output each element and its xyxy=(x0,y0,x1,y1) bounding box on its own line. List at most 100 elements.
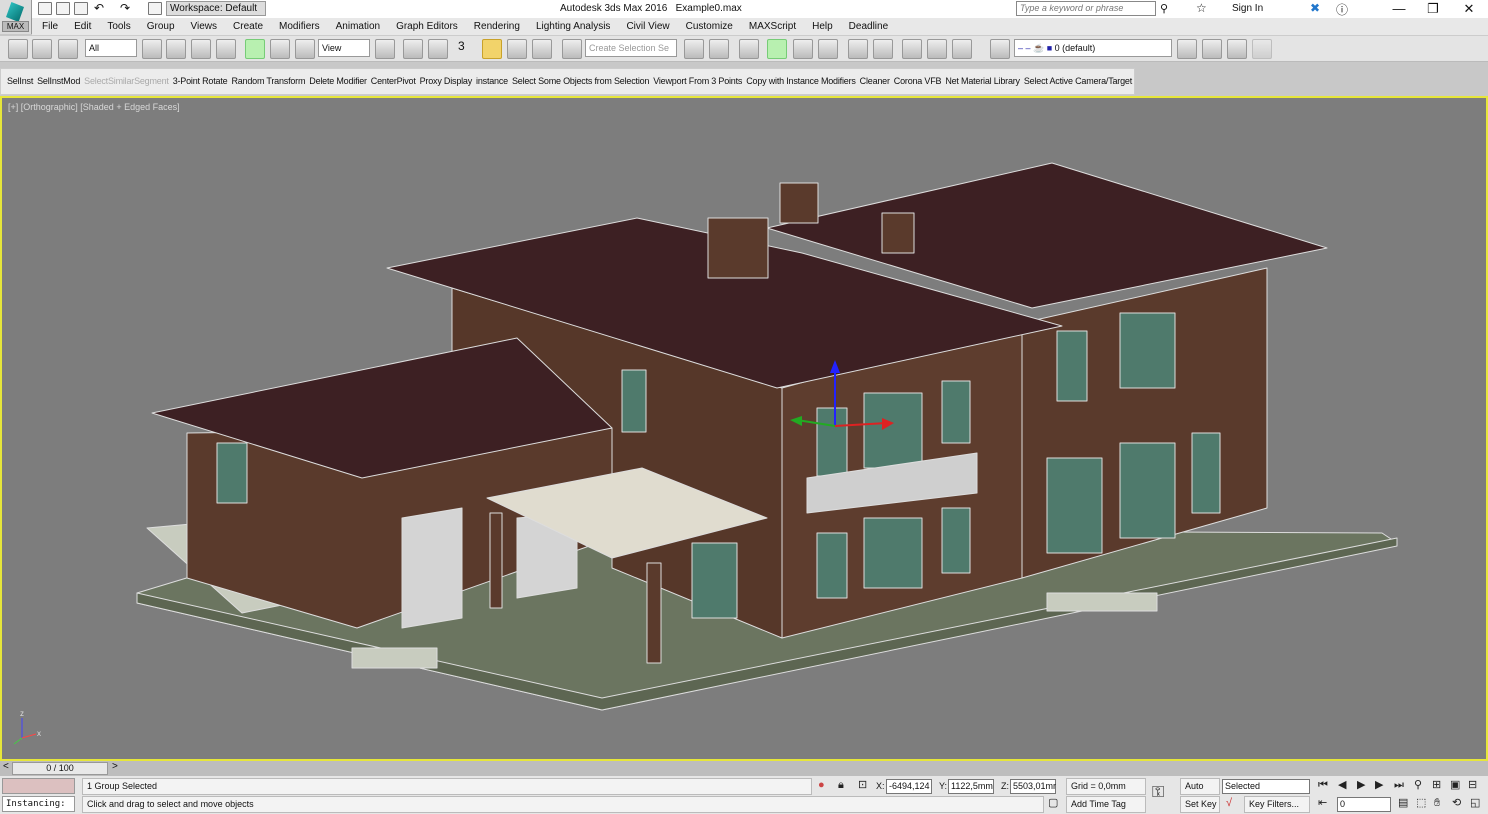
unlink-icon[interactable] xyxy=(32,39,52,59)
cmd-select-active-camera[interactable]: Select Active Camera/Target xyxy=(1022,69,1134,94)
menu-group[interactable]: Group xyxy=(139,18,183,36)
cmd-select-similar-segment[interactable]: SelectSimilarSegment xyxy=(82,69,171,94)
cmd-cleaner[interactable]: Cleaner xyxy=(858,69,892,94)
open-file-icon[interactable] xyxy=(56,2,70,15)
zoom-all-icon[interactable]: ⊞ xyxy=(1432,778,1441,793)
scene-explorer-icon[interactable] xyxy=(767,39,787,59)
named-selection-dropdown[interactable]: Create Selection Se xyxy=(585,39,677,57)
pan-hand-icon[interactable]: ✋︎ xyxy=(1434,796,1440,811)
binoculars-icon[interactable]: ⚲ xyxy=(1160,2,1168,15)
select-and-move-icon[interactable] xyxy=(245,39,265,59)
current-layer-dropdown[interactable]: – – ☕ ■ 0 (default) xyxy=(1014,39,1172,57)
current-frame-input[interactable]: 0 xyxy=(1337,797,1391,812)
new-file-icon[interactable] xyxy=(38,2,52,15)
go-to-end-icon[interactable]: ⏭ xyxy=(1394,778,1404,793)
layer-explorer-icon[interactable] xyxy=(990,39,1010,59)
prev-frame-button[interactable]: < xyxy=(3,761,9,772)
layer-manager-icon[interactable] xyxy=(739,39,759,59)
play-icon[interactable]: ▶︎ xyxy=(1357,778,1365,793)
redo-icon[interactable]: ↷ xyxy=(120,1,130,15)
cmd-selinst[interactable]: SelInst xyxy=(5,69,35,94)
reference-coordinate-dropdown[interactable]: View xyxy=(318,39,370,57)
search-input[interactable]: Type a keyword or phrase xyxy=(1016,1,1156,16)
select-by-name-icon[interactable] xyxy=(166,39,186,59)
cmd-copy-instance-modifiers[interactable]: Copy with Instance Modifiers xyxy=(744,69,857,94)
help-icon[interactable]: ⓘ xyxy=(1336,1,1348,18)
set-current-layer-icon[interactable] xyxy=(1252,39,1272,59)
cmd-delete-modifier[interactable]: Delete Modifier xyxy=(307,69,369,94)
menu-file[interactable]: File xyxy=(34,18,66,36)
undo-icon[interactable]: ↶ xyxy=(94,1,104,15)
minimize-button[interactable]: — xyxy=(1382,0,1416,18)
exchange-icon[interactable]: ✖ xyxy=(1310,1,1320,15)
close-button[interactable]: ✕ xyxy=(1452,0,1486,18)
add-to-layer-icon[interactable] xyxy=(1202,39,1222,59)
time-slider[interactable]: 0 / 100 xyxy=(12,762,108,775)
maximize-viewport-icon[interactable]: ◱ xyxy=(1470,796,1480,811)
zoom-extents-all-icon[interactable]: ⊟ xyxy=(1468,778,1477,793)
menu-create[interactable]: Create xyxy=(225,18,271,36)
menu-lighting-analysis[interactable]: Lighting Analysis xyxy=(528,18,619,36)
set-keys-key-icon[interactable]: ⚿ xyxy=(1152,785,1164,801)
viewport-orthographic[interactable]: [+] [Orthographic] [Shaded + Edged Faces… xyxy=(0,96,1488,761)
align-icon[interactable] xyxy=(709,39,729,59)
menu-graph-editors[interactable]: Graph Editors xyxy=(388,18,466,36)
menu-maxscript[interactable]: MAXScript xyxy=(741,18,804,36)
menu-edit[interactable]: Edit xyxy=(66,18,99,36)
cmd-instance[interactable]: instance xyxy=(474,69,510,94)
zoom-extents-icon[interactable]: ▣ xyxy=(1450,778,1460,793)
cmd-corona-vfb[interactable]: Corona VFB xyxy=(892,69,944,94)
bind-space-warp-icon[interactable] xyxy=(58,39,78,59)
cmd-viewport-from-3-points[interactable]: Viewport From 3 Points xyxy=(651,69,744,94)
previous-frame-icon[interactable]: ◀︎ xyxy=(1338,778,1346,793)
angle-snap-icon[interactable] xyxy=(482,39,502,59)
selection-lock-icon[interactable]: 🔒︎ xyxy=(838,778,844,793)
manipulate-icon[interactable] xyxy=(403,39,423,59)
absolute-mode-icon[interactable]: ⊡ xyxy=(858,778,867,793)
auto-key-button[interactable]: Auto Key xyxy=(1180,778,1220,806)
maxscript-mini-listener[interactable] xyxy=(2,778,75,794)
cmd-selinstmod[interactable]: SelInstMod xyxy=(35,69,82,94)
menu-civil-view[interactable]: Civil View xyxy=(618,18,677,36)
favorites-star-icon[interactable]: ☆ xyxy=(1196,1,1207,15)
select-in-layer-icon[interactable] xyxy=(1227,39,1247,59)
cmd-select-some-objects[interactable]: Select Some Objects from Selection xyxy=(510,69,651,94)
render-setup-icon[interactable] xyxy=(873,39,893,59)
menu-modifiers[interactable]: Modifiers xyxy=(271,18,328,36)
cmd-3-point-rotate[interactable]: 3-Point Rotate xyxy=(171,69,230,94)
percent-snap-icon[interactable] xyxy=(507,39,527,59)
z-coordinate-input[interactable]: 5503,01mr xyxy=(1010,779,1056,794)
key-mode-toggle-icon[interactable]: ⇤ xyxy=(1318,796,1327,811)
sign-in-button[interactable]: Sign In xyxy=(1232,3,1263,14)
maxscript-input[interactable]: Instancing: xyxy=(2,796,75,812)
restore-button[interactable]: ❐ xyxy=(1416,0,1450,18)
pivot-center-icon[interactable] xyxy=(375,39,395,59)
y-coordinate-input[interactable]: 1122,5mm xyxy=(948,779,994,794)
cmd-proxy-display[interactable]: Proxy Display xyxy=(418,69,474,94)
edit-named-selection-icon[interactable] xyxy=(562,39,582,59)
rectangle-selection-icon[interactable] xyxy=(191,39,211,59)
next-frame-icon[interactable]: ▶︎ xyxy=(1375,778,1383,793)
menu-views[interactable]: Views xyxy=(183,18,226,36)
project-folder-icon[interactable] xyxy=(148,2,162,15)
menu-animation[interactable]: Animation xyxy=(328,18,388,36)
select-object-icon[interactable] xyxy=(142,39,162,59)
cmd-net-material-library[interactable]: Net Material Library xyxy=(943,69,1022,94)
menu-help[interactable]: Help xyxy=(804,18,841,36)
render-teapot-icon[interactable] xyxy=(952,39,972,59)
zoom-region-icon[interactable]: ⬚ xyxy=(1416,796,1426,811)
window-crossing-icon[interactable] xyxy=(216,39,236,59)
cmd-center-pivot[interactable]: CenterPivot xyxy=(369,69,418,94)
selection-filter-dropdown[interactable]: All xyxy=(85,39,137,57)
keyboard-shortcut-override-icon[interactable] xyxy=(428,39,448,59)
orbit-icon[interactable]: ⟲ xyxy=(1452,796,1461,811)
x-coordinate-input[interactable]: -6494,124 xyxy=(886,779,932,794)
create-layer-icon[interactable] xyxy=(1177,39,1197,59)
zoom-icon[interactable]: ⚲ xyxy=(1414,778,1422,793)
menu-deadline[interactable]: Deadline xyxy=(841,18,896,36)
add-time-tag-button[interactable]: Add Time Tag xyxy=(1066,796,1146,813)
select-and-rotate-icon[interactable] xyxy=(270,39,290,59)
menu-tools[interactable]: Tools xyxy=(99,18,138,36)
next-frame-button[interactable]: > xyxy=(112,761,118,772)
spinner-snap-icon[interactable] xyxy=(532,39,552,59)
